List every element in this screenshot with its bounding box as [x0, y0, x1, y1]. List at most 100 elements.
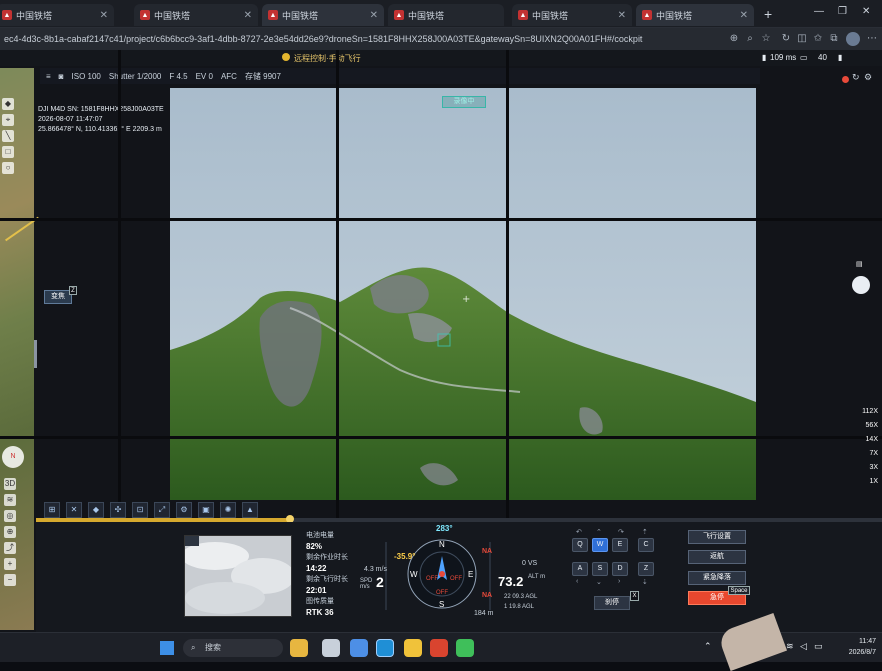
key-d[interactable]: D	[612, 562, 628, 576]
browser-tab[interactable]: ▲ 中国铁塔 ✕	[262, 4, 384, 26]
zoom-in-icon[interactable]: +	[4, 558, 16, 570]
more-icon[interactable]: ⋯	[866, 33, 878, 45]
battery-icon[interactable]: ▭	[814, 641, 823, 652]
key-c[interactable]: C	[638, 538, 654, 552]
close-icon[interactable]: ✕	[370, 10, 378, 21]
zoom-level[interactable]: 14X	[848, 433, 878, 447]
altitude-value: 73.2	[498, 574, 524, 589]
split-icon[interactable]: ◫	[796, 33, 808, 45]
wps-icon[interactable]	[430, 639, 448, 657]
close-icon[interactable]: ✕	[618, 10, 626, 21]
browser-tab[interactable]: ▲ 中国铁塔 ✕	[134, 4, 258, 26]
zoom-info-icon: ▤	[856, 261, 863, 268]
settings-icon[interactable]: ⚙	[864, 72, 872, 83]
key-s[interactable]: S	[592, 562, 608, 576]
browser-tab[interactable]: ▲ 中国铁塔 ✕	[0, 4, 114, 26]
mode-title: 远程控制·手动飞行	[294, 54, 361, 63]
location-icon[interactable]: ◎	[4, 510, 16, 522]
widget-icon[interactable]	[290, 639, 308, 657]
map-toolbar: ◆ ⌖ ╲ □ ○	[2, 98, 16, 228]
close-icon[interactable]: ✕	[740, 10, 748, 21]
zoom-level[interactable]: 56X	[848, 419, 878, 433]
minimize-button[interactable]: —	[814, 6, 824, 17]
zoom-level[interactable]: 3X	[848, 461, 878, 475]
photo-icon[interactable]: ✕	[66, 502, 82, 518]
fullscreen-icon[interactable]: ⤢	[154, 502, 170, 518]
cloud-view	[181, 536, 295, 616]
drone-timestamp: 2026-08-07 11:47:07	[38, 116, 103, 123]
display-icon[interactable]: ▣	[198, 502, 214, 518]
profile-avatar[interactable]	[846, 32, 860, 46]
emergency-land-button[interactable]: 紧急降落	[688, 571, 746, 585]
pin-icon[interactable]: ⌖	[2, 114, 14, 126]
close-icon[interactable]: ✕	[244, 10, 252, 21]
flight-icon[interactable]: ✣	[110, 502, 126, 518]
focus-icon[interactable]: ⊡	[132, 502, 148, 518]
compass-icon[interactable]: N	[2, 446, 24, 468]
route-icon[interactable]: ⤴	[4, 542, 16, 554]
key-a[interactable]: A	[572, 562, 588, 576]
panel-resize-handle[interactable]	[34, 340, 37, 368]
brake-button[interactable]: 刹停 X	[594, 591, 639, 610]
refresh-icon[interactable]: ↻	[852, 72, 860, 83]
translate-icon[interactable]: ⊕	[728, 33, 740, 45]
tray-chevron-icon[interactable]: ⌃	[704, 641, 712, 652]
altitude-label: ALT m	[528, 574, 546, 580]
menu-icon[interactable]: ≡	[46, 72, 51, 81]
mini-map[interactable]: ◆ ⌖ ╲ □ ○ N 3D ≋ ◎ ⊕ ⤴ + −	[0, 68, 39, 630]
new-tab-button[interactable]: +	[764, 6, 772, 22]
3d-toggle-icon[interactable]: 3D	[4, 478, 16, 490]
star-icon[interactable]: ☆	[760, 33, 772, 45]
target-icon[interactable]: ⊕	[4, 526, 16, 538]
zoom-level[interactable]: 7X	[848, 447, 878, 461]
cockpit-app: 远程控制·手动飞行 ▮ 109 ms ▭ 40 ▮ ≡ ◙ ISO 100 Sh…	[0, 50, 882, 632]
spotlight-icon[interactable]: ✺	[220, 502, 236, 518]
return-home-button[interactable]: 返航	[688, 550, 746, 564]
zoom-switch-button[interactable]: 变焦 Z	[44, 286, 77, 304]
key-q[interactable]: Q	[572, 538, 588, 552]
favorites-icon[interactable]: ✩	[812, 33, 824, 45]
distance-value: 184 m	[474, 610, 494, 617]
circle-icon[interactable]: ○	[2, 162, 14, 174]
tab-label: 中国铁塔	[408, 10, 445, 21]
close-window-button[interactable]: ✕	[862, 6, 870, 17]
zoom-level[interactable]: 1X	[848, 475, 878, 489]
key-e[interactable]: E	[612, 538, 628, 552]
gimbal-icon[interactable]: ⚙	[176, 502, 192, 518]
navigate-icon[interactable]: ▲	[242, 502, 258, 518]
close-icon[interactable]: ✕	[100, 10, 108, 21]
flight-settings-button[interactable]: 飞行设置	[688, 530, 746, 544]
url-field[interactable]: ec4-4d3c-8b1a-cabaf2147c41/project/c6b6b…	[0, 31, 720, 47]
polygon-icon[interactable]: □	[2, 146, 14, 158]
grid-icon[interactable]: ⊞	[44, 502, 60, 518]
marker-icon[interactable]: ◆	[2, 98, 14, 110]
zoom-knob-icon[interactable]	[852, 276, 870, 294]
layers-icon[interactable]: ≋	[4, 494, 16, 506]
browser-tab[interactable]: ▲ 中国铁塔	[388, 4, 504, 26]
feishu-icon[interactable]	[350, 639, 368, 657]
taskbar-clock[interactable]: 11:47 2026/8/7	[836, 636, 876, 660]
key-w[interactable]: W	[592, 538, 608, 552]
secondary-camera-thumbnail[interactable]	[181, 535, 295, 617]
browser-tab[interactable]: ▲ 中国铁塔 ✕	[512, 4, 632, 26]
edge-icon[interactable]	[376, 639, 394, 657]
folder-icon[interactable]	[404, 639, 422, 657]
wechat-icon[interactable]	[456, 639, 474, 657]
line-icon[interactable]: ╲	[2, 130, 14, 142]
zoom-icon[interactable]: ⌕	[744, 33, 756, 45]
taskbar-search[interactable]: ⌕ 搜索	[183, 639, 283, 657]
zoom-out-icon[interactable]: −	[4, 574, 16, 586]
signal-icon: ▭	[800, 53, 808, 62]
restore-button[interactable]: ❐	[838, 6, 847, 17]
collections-icon[interactable]: ⧉	[828, 33, 840, 45]
zoom-scale[interactable]: 112X 56X 14X 7X 3X 1X	[848, 405, 878, 495]
volume-icon[interactable]: ◁	[800, 641, 807, 652]
task-view-icon[interactable]	[322, 639, 340, 657]
browser-tab[interactable]: ▲ 中国铁塔 ✕	[636, 4, 754, 26]
off-indicator: OFF	[450, 576, 462, 582]
marker-icon[interactable]: ◆	[88, 502, 104, 518]
start-icon[interactable]	[160, 641, 174, 655]
refresh-icon[interactable]: ↻	[780, 33, 792, 45]
key-z[interactable]: Z	[638, 562, 654, 576]
zoom-level[interactable]: 112X	[848, 405, 878, 419]
